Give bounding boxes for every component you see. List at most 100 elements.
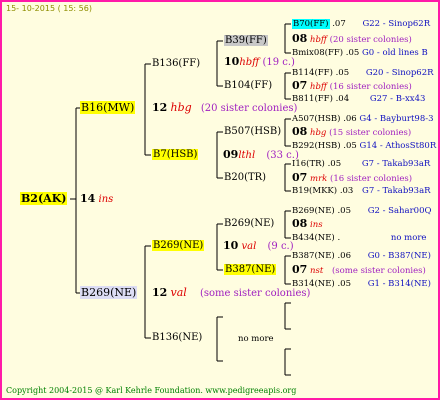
gen4-row-13: 08 ins	[292, 217, 323, 232]
gen4-row-8[interactable]: B292(HSB) .05 G14 - AthosSt80R	[292, 139, 436, 153]
root-breed: ins	[98, 194, 114, 205]
gen4-1-breed: hbff	[310, 35, 327, 45]
gen4-12-year: .05	[337, 206, 351, 216]
gen3-b1-id: B507(HSB)	[224, 126, 282, 137]
gen4-17-id: B314(NE)	[292, 279, 335, 289]
gen4-row-0[interactable]: B70(FF) .07 G22 - Sinop62R	[292, 17, 430, 31]
gen2-a-node[interactable]: B136(FF)	[152, 57, 200, 71]
gen4-2-year: .05	[345, 48, 360, 58]
gen3-c2-id: B387(NE)	[224, 264, 277, 275]
gen4-7-breed: hbg	[310, 128, 327, 138]
gen3-c2-node[interactable]: B387(NE)	[224, 263, 277, 277]
gen1-bottom-year: 12	[152, 286, 168, 299]
gen4-5-year: .04	[335, 94, 350, 104]
gen4-14-owner: no more	[390, 233, 427, 243]
gen4-9-year: .05	[327, 159, 342, 169]
gen4-11-id: B19(MKK)	[292, 186, 338, 196]
gen4-17-year: .05	[337, 279, 351, 289]
gen2-b-details: 09lthl (33 c.)	[223, 148, 299, 163]
gen4-4-year: 07	[292, 79, 308, 92]
gen1-top-sisters: (20 sister colonies)	[200, 103, 298, 114]
gen4-4-breed: hbff	[310, 82, 327, 92]
gen4-15-year: .06	[337, 251, 351, 261]
gen4-10-year: 07	[292, 171, 308, 184]
gen4-15-owner: G0 - B387(NE)	[367, 251, 431, 261]
gen4-5-owner: G27 - B-xx43	[369, 94, 426, 104]
gen2-d-id: B136(NE)	[152, 332, 203, 343]
gen4-row-12[interactable]: B269(NE) .05 G2 - Sahar00Q	[292, 204, 431, 218]
gen4-11-owner: G7 - Takab93aR	[362, 186, 431, 196]
gen4-row-2[interactable]: Bmix08(FF) .05 G0 - old lines B	[292, 46, 428, 60]
gen4-17-owner: G1 - B314(NE)	[367, 279, 431, 289]
gen4-row-1: 08 hbff (20 sister colonies)	[292, 32, 412, 47]
gen2-b-node[interactable]: B7(HSB)	[152, 148, 199, 162]
gen4-13-breed: ins	[310, 220, 323, 230]
gen2-c-year: 10	[223, 239, 239, 252]
gen3-b2-node[interactable]: B20(TR)	[224, 171, 266, 185]
gen2-d-no-more: no more	[238, 334, 274, 344]
gen3-c1-id: B269(NE)	[224, 218, 275, 229]
gen1-bottom-breed: val	[170, 286, 187, 299]
gen4-16-sisters: (some sister colonies)	[331, 266, 426, 276]
gen4-14-id: B434(NE)	[292, 233, 335, 243]
gen4-row-5[interactable]: B811(FF) .04 G27 - B-xx43	[292, 92, 425, 106]
gen4-4-sisters: (16 sister colonies)	[329, 82, 412, 92]
gen1-top-breed: hbg	[170, 101, 192, 114]
gen1-top-details: 12 hbg (20 sister colonies)	[152, 101, 297, 116]
gen3-a1-node[interactable]: B39(FF)	[224, 34, 268, 48]
gen4-13-year: 08	[292, 217, 308, 230]
root-year: 14	[80, 192, 96, 205]
gen2-c-id: B269(NE)	[152, 240, 205, 251]
gen2-c-details: 10 val (9 c.)	[223, 239, 294, 254]
gen1-bottom-id: B269(NE)	[80, 286, 138, 299]
gen4-3-id: B114(FF)	[292, 68, 333, 78]
gen1-bottom-node[interactable]: B269(NE)	[80, 286, 138, 300]
gen4-2-owner: G0 - old lines B	[362, 48, 428, 58]
gen4-14-year: .	[337, 233, 341, 243]
gen2-c-node[interactable]: B269(NE)	[152, 239, 205, 253]
gen4-row-14[interactable]: B434(NE) . no more	[292, 231, 426, 245]
gen3-b2-id: B20(TR)	[224, 172, 267, 183]
gen4-1-year: 08	[292, 32, 308, 45]
gen4-row-7: 08 hbg (15 sister colonies)	[292, 125, 411, 140]
gen4-8-owner: G14 - AthosSt80R	[359, 141, 437, 151]
gen4-row-17[interactable]: B314(NE) .05 G1 - B314(NE)	[292, 277, 431, 291]
gen4-3-year: .05	[335, 68, 350, 78]
gen4-6-year: .06	[343, 114, 357, 124]
gen4-6-id: A507(HSB)	[292, 114, 341, 124]
gen3-a1-year: 10	[224, 55, 240, 68]
gen1-top-node[interactable]: B16(MW)	[80, 101, 136, 115]
gen4-row-9[interactable]: I16(TR) .05 G7 - Takab93aR	[292, 157, 430, 171]
root-details: 14 ins	[80, 192, 113, 207]
gen2-c-sisters: (9 c.)	[267, 241, 294, 252]
gen3-a1-details: 10hbff (19 c.)	[224, 55, 295, 70]
gen2-b-id: B7(HSB)	[152, 149, 199, 160]
gen4-0-year: .07	[332, 19, 346, 29]
gen4-2-id: Bmix08(FF)	[292, 48, 344, 58]
gen2-c-breed: val	[241, 241, 257, 252]
root-node[interactable]: B2(AK)	[20, 192, 68, 206]
gen4-16-breed: nst	[310, 266, 324, 276]
gen1-bottom-details: 12 val (some sister colonies)	[152, 286, 310, 301]
gen4-6-owner: G4 - Bayburt98-3	[359, 114, 434, 124]
pedigree-chart: 15- 10-2015 ( 15: 56) B2(AK) 14 ins B16(…	[0, 0, 440, 400]
gen4-row-15[interactable]: B387(NE) .06 G0 - B387(NE)	[292, 249, 431, 263]
gen4-row-3[interactable]: B114(FF) .05 G20 - Sinop62R	[292, 66, 434, 80]
gen2-d-node[interactable]: B136(NE)	[152, 331, 202, 345]
gen4-9-owner: G7 - Takab93aR	[361, 159, 431, 169]
gen4-12-owner: G2 - Sahar00Q	[367, 206, 432, 216]
gen4-row-6[interactable]: A507(HSB) .06 G4 - Bayburt98-3	[292, 112, 434, 126]
gen3-c1-node[interactable]: B269(NE)	[224, 217, 274, 231]
gen4-5-id: B811(FF)	[292, 94, 333, 104]
gen1-top-year: 12	[152, 101, 168, 114]
gen4-3-owner: G20 - Sinop62R	[365, 68, 434, 78]
gen4-10-sisters: (16 sister colonies)	[330, 174, 413, 184]
gen3-a2-node[interactable]: B104(FF)	[224, 79, 272, 93]
gen3-b1-node[interactable]: B507(HSB)	[224, 125, 281, 139]
gen3-a2-id: B104(FF)	[224, 80, 273, 91]
gen3-a1-id: B39(FF)	[224, 35, 268, 46]
root-id: B2(AK)	[20, 192, 68, 205]
gen4-0-owner: G22 - Sinop62R	[362, 19, 431, 29]
gen4-11-year: .03	[339, 186, 354, 196]
gen4-row-11[interactable]: B19(MKK) .03 G7 - Takab93aR	[292, 184, 431, 198]
